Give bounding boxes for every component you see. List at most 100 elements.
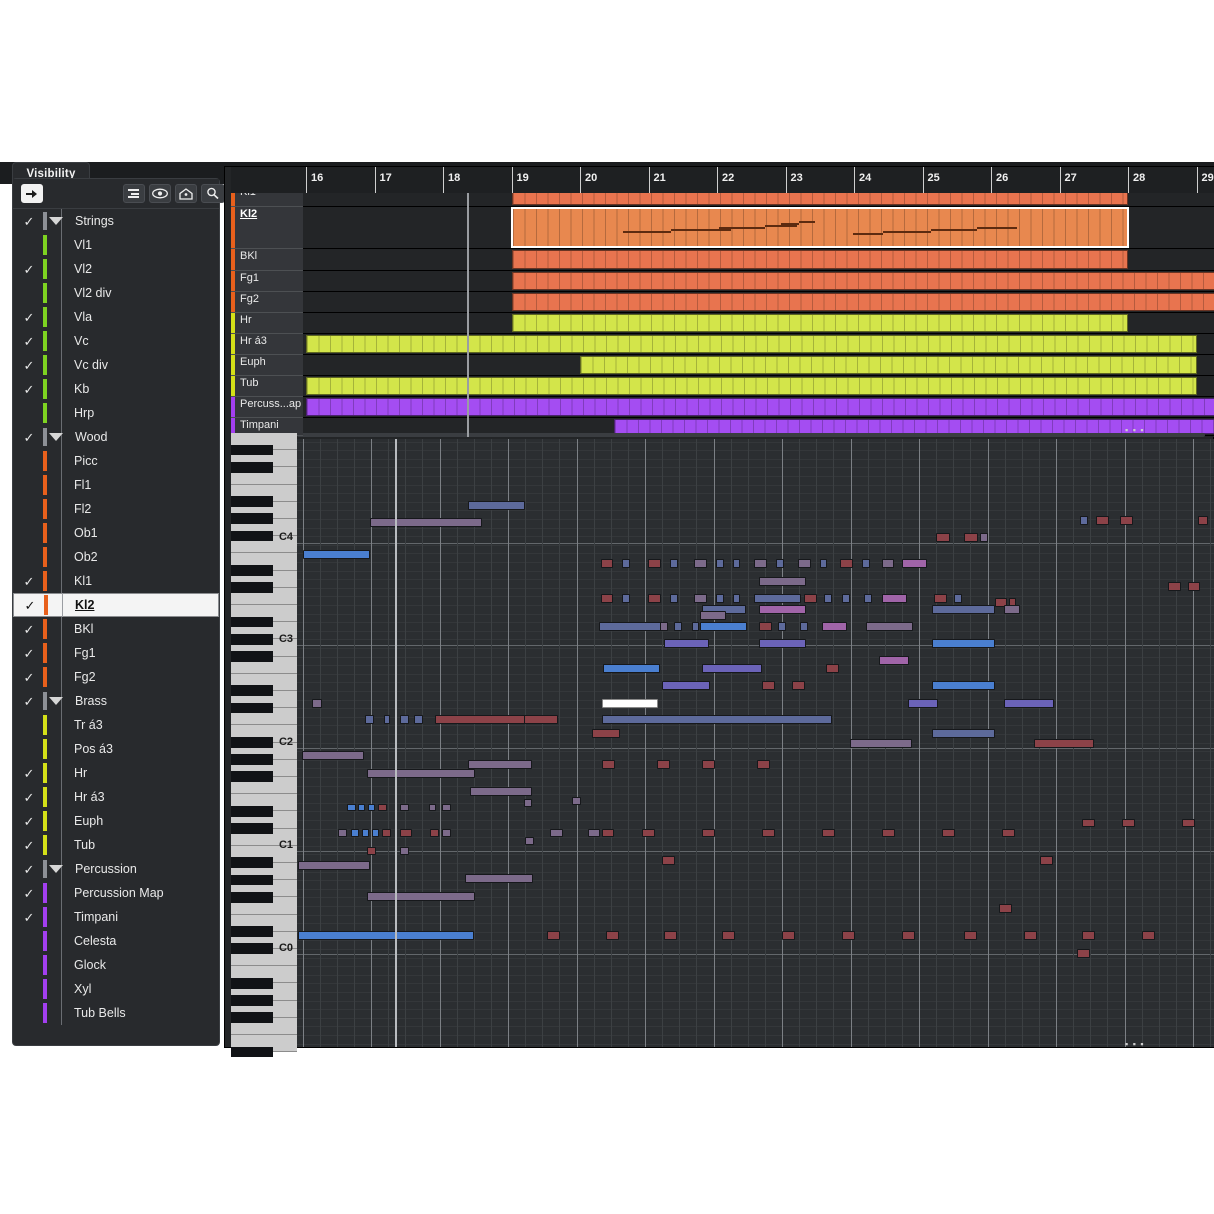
midi-note[interactable] — [1004, 605, 1020, 614]
midi-note[interactable] — [1142, 931, 1155, 940]
midi-note[interactable] — [694, 559, 707, 568]
visibility-item-timpani[interactable]: ✓ Timpani — [13, 905, 219, 929]
visibility-item-kl1[interactable]: ✓ Kl1 — [13, 569, 219, 593]
midi-note[interactable] — [954, 594, 962, 603]
track-header[interactable]: Kl1 — [231, 193, 303, 207]
midi-note[interactable] — [716, 559, 724, 568]
midi-note[interactable] — [367, 847, 376, 855]
playhead[interactable] — [466, 193, 469, 437]
midi-note[interactable] — [547, 931, 560, 940]
piano-black-key[interactable] — [231, 995, 273, 1006]
midi-note[interactable] — [465, 874, 533, 883]
visibility-item-tub-bells[interactable]: Tub Bells — [13, 1001, 219, 1025]
midi-note[interactable] — [599, 622, 666, 631]
piano-black-key[interactable] — [231, 943, 273, 955]
checkmark-icon[interactable]: ✓ — [13, 575, 37, 588]
midi-note[interactable] — [934, 594, 947, 603]
midi-note[interactable] — [362, 829, 369, 837]
clip[interactable] — [306, 335, 1197, 353]
midi-note[interactable] — [757, 760, 770, 769]
midi-note[interactable] — [759, 577, 806, 586]
visibility-item-fl1[interactable]: Fl1 — [13, 473, 219, 497]
midi-note[interactable] — [864, 594, 872, 603]
midi-note[interactable] — [588, 829, 600, 837]
clip[interactable] — [511, 293, 1214, 311]
midi-note[interactable] — [400, 715, 409, 724]
visibility-item-hrp[interactable]: Hrp — [13, 401, 219, 425]
visibility-item-glock[interactable]: Glock — [13, 953, 219, 977]
midi-note[interactable] — [932, 639, 995, 648]
midi-note[interactable] — [351, 829, 359, 837]
midi-note[interactable] — [1040, 856, 1053, 865]
midi-note[interactable] — [468, 760, 532, 769]
visibility-item-bkl[interactable]: ✓ BKl — [13, 617, 219, 641]
midi-note[interactable] — [820, 559, 827, 568]
midi-note[interactable] — [550, 829, 563, 837]
midi-note[interactable] — [347, 804, 356, 811]
piano-black-key[interactable] — [231, 926, 273, 937]
midi-note[interactable] — [662, 681, 710, 690]
midi-note[interactable] — [842, 931, 855, 940]
midi-note[interactable] — [1034, 739, 1094, 748]
checkmark-icon[interactable]: ✓ — [13, 695, 37, 708]
piano-black-key[interactable] — [231, 1046, 273, 1058]
midi-note[interactable] — [382, 829, 391, 837]
midi-note[interactable] — [1082, 819, 1095, 827]
piano-black-key[interactable] — [231, 1012, 273, 1023]
midi-note[interactable] — [999, 904, 1012, 913]
visibility-item-vl1[interactable]: Vl1 — [13, 233, 219, 257]
midi-note[interactable] — [648, 559, 661, 568]
visibility-item-wood[interactable]: ✓ Wood — [13, 425, 219, 449]
midi-note[interactable] — [302, 751, 364, 760]
midi-note[interactable] — [312, 699, 322, 708]
midi-note[interactable] — [601, 559, 613, 568]
midi-note[interactable] — [378, 804, 387, 811]
midi-note[interactable] — [759, 622, 772, 631]
piano-black-key[interactable] — [231, 874, 273, 886]
eye-icon[interactable] — [149, 184, 171, 203]
midi-note[interactable] — [759, 639, 806, 648]
midi-note[interactable] — [400, 829, 412, 837]
piano-black-key[interactable] — [231, 496, 273, 507]
midi-note[interactable] — [442, 804, 451, 811]
visibility-item-vc-div[interactable]: ✓ Vc div — [13, 353, 219, 377]
midi-note[interactable] — [400, 847, 409, 855]
midi-note[interactable] — [776, 559, 784, 568]
visibility-item-percussion-map[interactable]: ✓ Percussion Map — [13, 881, 219, 905]
midi-note[interactable] — [1168, 582, 1181, 591]
midi-note[interactable] — [368, 804, 375, 811]
midi-note[interactable] — [798, 559, 811, 568]
midi-note[interactable] — [882, 829, 895, 837]
midi-note[interactable] — [370, 518, 482, 527]
midi-note[interactable] — [592, 729, 620, 738]
midi-note[interactable] — [1198, 516, 1208, 525]
visibility-item-tub[interactable]: ✓ Tub — [13, 833, 219, 857]
search-icon[interactable] — [201, 184, 225, 203]
midi-note[interactable] — [759, 605, 806, 614]
midi-note[interactable] — [932, 729, 995, 738]
checkmark-icon[interactable]: ✓ — [13, 791, 37, 804]
midi-note[interactable] — [642, 829, 655, 837]
midi-note[interactable] — [902, 559, 927, 568]
visibility-item-euph[interactable]: ✓ Euph — [13, 809, 219, 833]
visibility-item-kb[interactable]: ✓ Kb — [13, 377, 219, 401]
midi-note[interactable] — [964, 931, 977, 940]
midi-note[interactable] — [367, 892, 475, 901]
track-header[interactable]: Hr — [231, 313, 303, 334]
midi-note[interactable] — [1096, 516, 1109, 525]
visibility-item-fl2[interactable]: Fl2 — [13, 497, 219, 521]
midi-note[interactable] — [1024, 931, 1037, 940]
midi-note[interactable] — [1188, 582, 1200, 591]
midi-note[interactable] — [980, 533, 988, 542]
midi-note[interactable] — [298, 861, 370, 870]
midi-note[interactable] — [702, 664, 762, 673]
visibility-item-kl2[interactable]: ✓ Kl2 — [13, 593, 219, 617]
piano-roll-grid[interactable] — [297, 439, 1214, 1047]
midi-note[interactable] — [367, 769, 475, 778]
midi-note[interactable] — [842, 594, 850, 603]
midi-note[interactable] — [692, 622, 699, 631]
visibility-item-tr-3[interactable]: Tr á3 — [13, 713, 219, 737]
midi-note[interactable] — [754, 559, 767, 568]
midi-note[interactable] — [400, 804, 409, 811]
midi-note[interactable] — [1002, 829, 1015, 837]
